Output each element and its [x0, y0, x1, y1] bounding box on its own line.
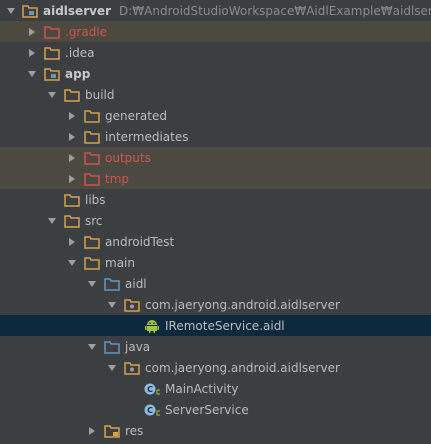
- tree-row-iremoteservice[interactable]: IRemoteService.aidl: [0, 315, 431, 336]
- chevron-right-icon[interactable]: [66, 131, 78, 143]
- excluded-folder-icon: [44, 25, 60, 39]
- folder-icon: [84, 130, 100, 144]
- tree-row-java-package[interactable]: com.jaeryong.android.aidlserver: [0, 357, 431, 378]
- chevron-down-icon[interactable]: [6, 5, 16, 17]
- class-label: ServerService: [165, 402, 249, 417]
- tree-row-build[interactable]: build: [0, 84, 431, 105]
- project-name: aidlserver: [43, 3, 111, 18]
- svg-text:C: C: [147, 406, 153, 415]
- package-icon: [124, 361, 140, 375]
- module-folder-icon: [22, 4, 38, 18]
- excluded-folder-icon: [84, 172, 100, 186]
- chevron-down-icon[interactable]: [66, 257, 78, 269]
- excluded-folder-icon: [84, 151, 100, 165]
- folder-label: outputs: [105, 150, 151, 165]
- folder-icon: [84, 235, 100, 249]
- chevron-right-icon[interactable]: [66, 173, 78, 185]
- tree-row-gradle[interactable]: .gradle: [0, 21, 431, 42]
- chevron-right-icon[interactable]: [26, 47, 38, 59]
- package-icon: [124, 298, 140, 312]
- chevron-right-icon[interactable]: [66, 110, 78, 122]
- folder-label: src: [85, 213, 103, 228]
- file-label: IRemoteService.aidl: [165, 318, 285, 333]
- folder-icon: [84, 256, 100, 270]
- tree-row-androidtest[interactable]: androidTest: [0, 231, 431, 252]
- class-label: MainActivity: [165, 381, 239, 396]
- chevron-right-icon[interactable]: [66, 152, 78, 164]
- chevron-down-icon[interactable]: [46, 89, 58, 101]
- tree-row-aidl[interactable]: aidl: [0, 273, 431, 294]
- tree-row-aidlserver[interactable]: aidlserver D:₩AndroidStudioWorkspace₩Aid…: [0, 0, 431, 21]
- package-label: com.jaeryong.android.aidlserver: [145, 360, 340, 375]
- folder-icon: [44, 46, 60, 60]
- tree-row-intermediates[interactable]: intermediates: [0, 126, 431, 147]
- folder-label: build: [85, 87, 115, 102]
- tree-row-mainactivity[interactable]: C MainActivity: [0, 378, 431, 399]
- folder-icon: [64, 88, 80, 102]
- chevron-down-icon[interactable]: [86, 278, 98, 290]
- chevron-right-icon[interactable]: [66, 236, 78, 248]
- folder-label: androidTest: [105, 234, 175, 249]
- folder-label: intermediates: [105, 129, 189, 144]
- module-folder-icon: [44, 67, 60, 81]
- chevron-right-icon[interactable]: [26, 26, 38, 38]
- chevron-right-icon[interactable]: [86, 425, 98, 437]
- tree-row-generated[interactable]: generated: [0, 105, 431, 126]
- tree-row-serverservice[interactable]: C ServerService: [0, 399, 431, 420]
- chevron-down-icon[interactable]: [26, 68, 38, 80]
- folder-label: .gradle: [65, 24, 108, 39]
- android-icon: [144, 319, 160, 333]
- svg-text:C: C: [147, 385, 153, 394]
- class-icon: C: [144, 403, 160, 417]
- source-folder-icon: [104, 277, 120, 291]
- folder-label: aidl: [125, 276, 147, 291]
- folder-label: res: [125, 423, 144, 438]
- tree-row-idea[interactable]: .idea: [0, 42, 431, 63]
- tree-row-aidl-package[interactable]: com.jaeryong.android.aidlserver: [0, 294, 431, 315]
- tree-row-outputs[interactable]: outputs: [0, 147, 431, 168]
- folder-icon: [84, 109, 100, 123]
- folder-label: libs: [85, 192, 106, 207]
- tree-row-java[interactable]: java: [0, 336, 431, 357]
- class-icon: C: [144, 382, 160, 396]
- chevron-down-icon[interactable]: [106, 362, 118, 374]
- project-tree: aidlserver D:₩AndroidStudioWorkspace₩Aid…: [0, 0, 431, 444]
- chevron-down-icon[interactable]: [46, 215, 58, 227]
- chevron-down-icon[interactable]: [106, 299, 118, 311]
- folder-label: tmp: [105, 171, 130, 186]
- project-path: D:₩AndroidStudioWorkspace₩AidlExample₩ai…: [119, 3, 431, 18]
- tree-row-main[interactable]: main: [0, 252, 431, 273]
- package-label: com.jaeryong.android.aidlserver: [145, 297, 340, 312]
- folder-label: app: [65, 66, 91, 81]
- folder-label: java: [125, 339, 151, 354]
- resource-folder-icon: [104, 424, 120, 438]
- source-folder-icon: [104, 340, 120, 354]
- folder-icon: [64, 193, 80, 207]
- folder-icon: [64, 214, 80, 228]
- folder-label: main: [105, 255, 135, 270]
- folder-label: .idea: [65, 45, 95, 60]
- tree-row-res[interactable]: res: [0, 420, 431, 441]
- tree-row-tmp[interactable]: tmp: [0, 168, 431, 189]
- chevron-down-icon[interactable]: [86, 341, 98, 353]
- tree-row-src[interactable]: src: [0, 210, 431, 231]
- tree-row-app[interactable]: app: [0, 63, 431, 84]
- folder-label: generated: [105, 108, 167, 123]
- tree-row-libs[interactable]: libs: [0, 189, 431, 210]
